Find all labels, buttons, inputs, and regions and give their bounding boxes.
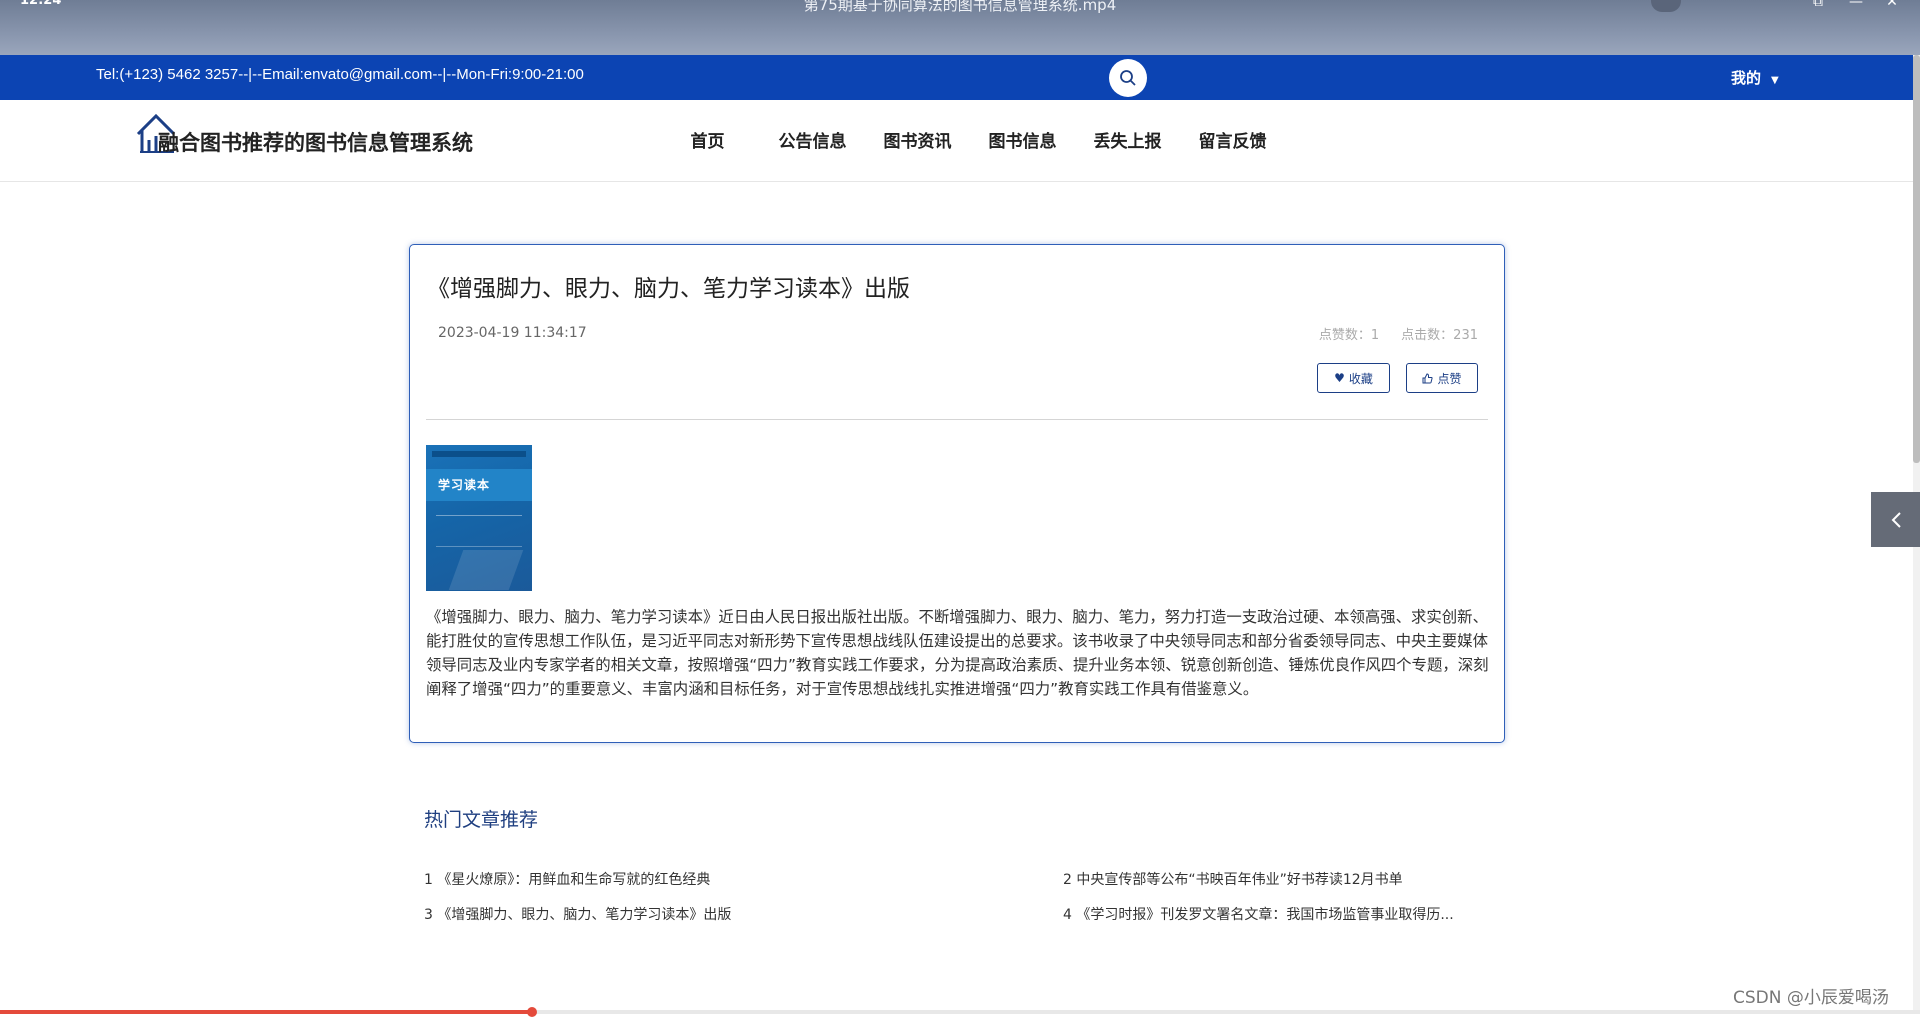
search-icon xyxy=(1120,70,1136,86)
site-header: 融合图书推荐的图书信息管理系统 首页 公告信息 图书资讯 图书信息 丢失上报 留… xyxy=(0,100,1913,182)
heart-icon: ♥ xyxy=(1334,371,1345,385)
article-body: 《增强脚力、眼力、脑力、笔力学习读本》近日由人民日报出版社出版。不断增强脚力、眼… xyxy=(426,608,1489,698)
divider xyxy=(426,419,1488,420)
picture-in-picture-icon[interactable]: ⧉ xyxy=(1808,0,1828,10)
nav-feedback[interactable]: 留言反馈 xyxy=(1180,127,1285,152)
nav-book-info[interactable]: 图书信息 xyxy=(970,127,1075,152)
favorite-button-label: 收藏 xyxy=(1348,371,1373,386)
main-nav: 首页 公告信息 图书资讯 图书信息 丢失上报 留言反馈 xyxy=(655,127,1285,152)
contact-info: Tel:(+123) 5462 3257--|--Email:envato@gm… xyxy=(96,66,584,83)
article-stats: 点赞数：1 点击数：231 xyxy=(1297,324,1478,343)
article-card: 《增强脚力、眼力、脑力、笔力学习读本》出版 2023-04-19 11:34:1… xyxy=(409,244,1505,743)
cover-title: 学习读本 xyxy=(438,478,491,492)
video-progress-knob[interactable] xyxy=(526,1007,537,1017)
article-title: 《增强脚力、眼力、脑力、笔力学习读本》出版 xyxy=(427,276,910,302)
video-title: 第75期基于协同算法的图书信息管理系统.mp4 xyxy=(803,0,1117,14)
thumbs-up-icon xyxy=(1422,372,1434,383)
hot-article-item[interactable]: 3 《增强脚力、眼力、脑力、笔力学习读本》出版 xyxy=(424,904,731,924)
scrollbar-thumb[interactable] xyxy=(1913,55,1920,463)
minimize-icon[interactable]: — xyxy=(1846,0,1866,10)
favorite-button[interactable]: ♥ 收藏 xyxy=(1317,363,1390,393)
video-player-titlebar: 12:24 第75期基于协同算法的图书信息管理系统.mp4 ··· ⧉ — ✕ xyxy=(0,0,1920,55)
book-cover-image: 学习读本 xyxy=(426,445,532,591)
nav-announcements[interactable]: 公告信息 xyxy=(760,127,865,152)
like-button-label: 点赞 xyxy=(1437,371,1462,386)
top-info-bar: Tel:(+123) 5462 3257--|--Email:envato@gm… xyxy=(0,55,1920,100)
hot-article-item[interactable]: 4 《学习时报》刊发罗文署名文章：我国市场监管事业取得历... xyxy=(1063,904,1454,924)
user-menu[interactable]: 我的 ▼ xyxy=(1731,67,1779,88)
video-progress-fill xyxy=(0,1010,532,1014)
like-button[interactable]: 点赞 xyxy=(1406,363,1478,393)
user-menu-label: 我的 xyxy=(1731,69,1762,87)
likes-count: 点赞数：1 xyxy=(1318,328,1380,343)
hot-articles-title: 热门文章推荐 xyxy=(424,809,539,831)
nav-lost-report[interactable]: 丢失上报 xyxy=(1075,127,1180,152)
site-title: 融合图书推荐的图书信息管理系统 xyxy=(158,131,473,155)
hot-article-item[interactable]: 2 中央宣传部等公布“书映百年伟业”好书荐读12月书单 xyxy=(1063,869,1403,889)
chevron-left-icon xyxy=(1891,511,1901,528)
article-date: 2023-04-19 11:34:17 xyxy=(438,325,587,341)
search-button[interactable] xyxy=(1109,59,1147,97)
clicks-count: 点击数：231 xyxy=(1401,328,1478,343)
watermark: CSDN @小辰爱喝汤 xyxy=(1733,988,1889,1008)
caret-down-icon: ▼ xyxy=(1771,75,1779,86)
sidebar-toggle-button[interactable] xyxy=(1871,492,1920,547)
hot-article-item[interactable]: 1 《星火燎原》：用鲜血和生命写就的红色经典 xyxy=(424,869,710,889)
nav-home[interactable]: 首页 xyxy=(655,127,760,152)
nav-book-news[interactable]: 图书资讯 xyxy=(865,127,970,152)
close-icon[interactable]: ✕ xyxy=(1882,0,1902,10)
video-progress-bar[interactable] xyxy=(0,1007,1920,1017)
